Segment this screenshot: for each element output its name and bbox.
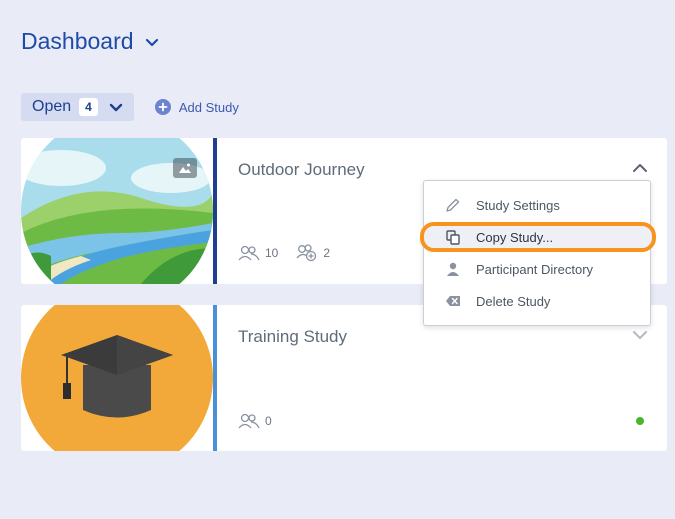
participants-stat: 0 [238,413,272,429]
chevron-down-icon[interactable] [631,329,649,341]
menu-item-label: Copy Study... [476,229,554,245]
menu-item-label: Delete Study [476,293,551,309]
invited-stat: 2 [296,244,330,262]
menu-item-delete-study[interactable]: Delete Study [424,285,650,317]
add-study-button[interactable]: Add Study [154,99,239,115]
participants-icon [238,413,260,429]
page-title: Dashboard [21,28,134,54]
study-actions-menu: Study Settings Copy Study... Participant… [420,180,656,326]
chevron-up-icon[interactable] [631,162,649,174]
study-thumbnail-landscape [21,138,213,284]
person-icon [444,260,462,278]
study-accent-bar [213,138,217,284]
add-participants-icon [296,244,317,262]
menu-item-copy-study[interactable]: Copy Study... [420,221,656,253]
status-filter-dropdown[interactable]: Open 4 [21,93,134,121]
pencil-icon [444,196,462,214]
copy-icon [444,228,462,246]
toolbar: Open 4 Add Study [21,93,239,121]
study-accent-bar [213,305,217,451]
page-header[interactable]: Dashboard [21,28,160,55]
study-card[interactable]: Training Study 0 [21,305,667,451]
study-thumbnail-graduation [21,305,213,451]
invited-count: 2 [323,246,331,260]
participants-stat: 10 [238,245,278,261]
study-stats: 0 [238,413,284,429]
study-stats: 10 2 [238,244,342,262]
study-name[interactable]: Outdoor Journey [238,160,365,180]
plus-icon [154,99,171,115]
chevron-down-icon [109,103,123,112]
filter-count-badge: 4 [79,98,98,116]
participants-count: 10 [265,246,279,260]
menu-item-study-settings[interactable]: Study Settings [424,189,650,221]
delete-icon [444,292,462,310]
add-study-label: Add Study [178,99,239,115]
menu-item-participant-directory[interactable]: Participant Directory [424,253,650,285]
participants-count: 0 [265,414,272,428]
chevron-down-icon[interactable] [144,34,160,50]
participants-icon [238,245,260,261]
status-indicator-dot [636,417,644,425]
menu-item-label: Participant Directory [476,261,594,277]
study-name[interactable]: Training Study [238,327,347,347]
image-icon[interactable] [173,158,197,178]
filter-label: Open [32,98,72,115]
menu-item-label: Study Settings [476,197,560,213]
